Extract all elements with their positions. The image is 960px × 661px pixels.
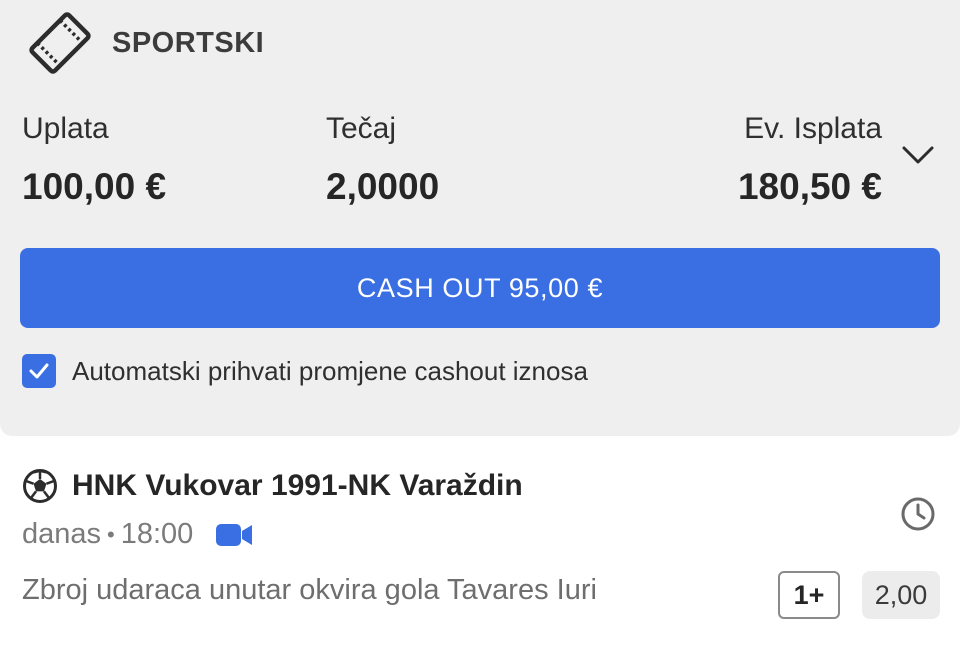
payout-value: 180,50 € bbox=[737, 166, 882, 207]
market-description: Zbroj udaraca unutar okvira gola Tavares… bbox=[22, 574, 597, 606]
chevron-down-icon[interactable] bbox=[900, 142, 936, 170]
odds-block: Tečaj 2,0000 bbox=[326, 112, 439, 208]
ticket-summary-panel: SPORTSKI Uplata 100,00 € Tečaj 2,0000 Ev… bbox=[0, 0, 960, 436]
clock-icon bbox=[901, 497, 935, 531]
auto-accept-row[interactable]: Automatski prihvati promjene cashout izn… bbox=[22, 354, 588, 388]
ticket-icon bbox=[29, 12, 91, 74]
event-day: danas bbox=[22, 518, 102, 550]
auto-accept-label: Automatski prihvati promjene cashout izn… bbox=[72, 355, 588, 386]
payout-block: Ev. Isplata 180,50 € bbox=[738, 112, 882, 208]
payout-label: Ev. Isplata bbox=[744, 112, 882, 145]
selection-odds: 2,00 bbox=[862, 571, 940, 619]
meta-separator: • bbox=[107, 521, 115, 547]
event-time: 18:00 bbox=[120, 518, 194, 550]
event-title[interactable]: HNK Vukovar 1991-NK Varaždin bbox=[72, 469, 523, 503]
cashout-button-label: CASH OUT 95,00 € bbox=[356, 272, 604, 303]
soccer-ball-icon bbox=[23, 469, 57, 503]
event-title-row: HNK Vukovar 1991-NK Varaždin bbox=[22, 468, 523, 504]
stake-block: Uplata 100,00 € bbox=[22, 112, 166, 208]
ticket-header: SPORTSKI bbox=[24, 8, 264, 78]
checkmark-icon bbox=[29, 363, 49, 379]
pick-badge: 1+ bbox=[778, 571, 840, 619]
stake-value: 100,00 € bbox=[22, 166, 167, 207]
ticket-type-title: SPORTSKI bbox=[112, 26, 265, 59]
stake-label: Uplata bbox=[22, 112, 109, 145]
odds-label: Tečaj bbox=[326, 112, 397, 145]
event-meta-row: danas • 18:00 bbox=[22, 518, 253, 551]
auto-accept-checkbox[interactable] bbox=[22, 354, 56, 388]
cashout-button[interactable]: CASH OUT 95,00 € bbox=[20, 248, 940, 328]
video-camera-icon[interactable] bbox=[215, 522, 253, 548]
odds-value: 2,0000 bbox=[326, 166, 440, 207]
